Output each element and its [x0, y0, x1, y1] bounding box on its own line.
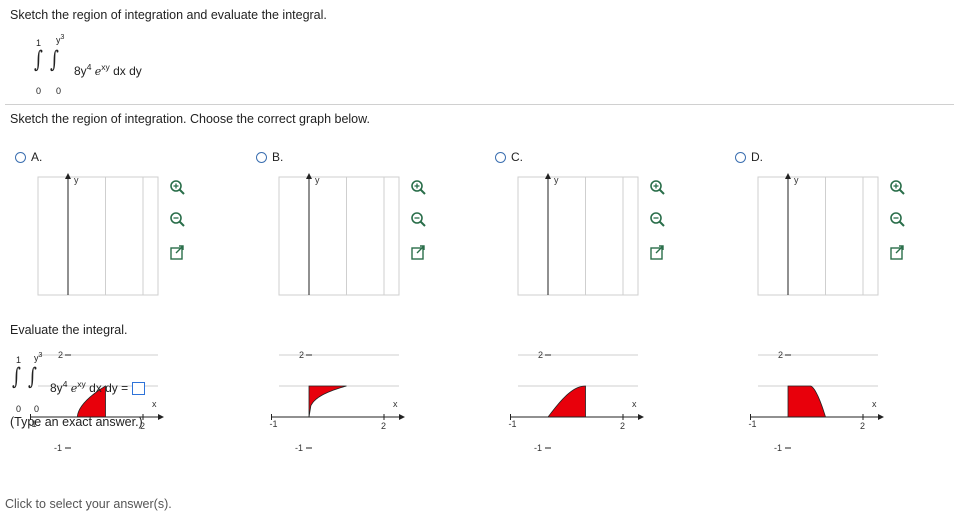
part1-prompt: Sketch the region of integration. Choose…	[10, 112, 370, 126]
option-c-label: C.	[511, 150, 523, 164]
tick-label-x-2: 2	[860, 421, 865, 431]
tick-label-y-neg1: -1	[295, 443, 303, 453]
integral-expression: 1 y3 ∫ ∫ 8y4 exy dx dy 0 0	[30, 34, 180, 100]
graph-option-d: y 2 -1 2 -1 x	[749, 173, 905, 453]
popout-icon[interactable]	[890, 245, 904, 260]
graph-option-c: y 2 -1 2 -1 x	[509, 173, 665, 453]
tick-label-y-neg1: -1	[774, 443, 782, 453]
question-title: Sketch the region of integration and eva…	[10, 8, 327, 22]
outer-lower-limit: 0	[36, 86, 42, 96]
outer-integral-sign-2: ∫	[12, 363, 21, 391]
divider	[5, 104, 954, 105]
tick-label-y-neg1: -1	[534, 443, 542, 453]
zoom-out-icon[interactable]	[411, 212, 426, 227]
tick-label-x-neg1: -1	[749, 419, 757, 429]
y-axis-label: y	[554, 175, 559, 185]
zoom-in-icon[interactable]	[650, 180, 665, 195]
equals-sign: =	[121, 381, 129, 395]
x-axis-label: x	[393, 399, 398, 409]
option-a-label: A.	[31, 150, 43, 164]
option-c[interactable]: C.	[495, 150, 523, 164]
tick-label-x-2: 2	[620, 421, 625, 431]
radio-c[interactable]	[495, 151, 506, 163]
shaded-region	[547, 385, 586, 418]
inner-upper-limit-2: y3	[34, 352, 43, 363]
tick-label-x-2: 2	[381, 421, 386, 431]
integrand-2: 8y4 exy dx dy =	[50, 379, 145, 396]
zoom-in-icon[interactable]	[170, 180, 185, 195]
popout-icon[interactable]	[411, 245, 425, 260]
zoom-out-icon[interactable]	[650, 212, 665, 227]
tick-label-y-2: 2	[299, 350, 304, 360]
integrand: 8y4 exy dx dy	[74, 62, 142, 78]
popout-icon[interactable]	[170, 245, 184, 260]
graph-frame	[517, 176, 639, 296]
status-bar: Click to select your answer(s).	[5, 497, 172, 511]
x-axis-arrow	[399, 414, 405, 420]
y-axis-arrow	[785, 173, 791, 179]
radio-a[interactable]	[15, 151, 26, 163]
answer-input[interactable]	[131, 382, 145, 396]
shaded-region	[787, 385, 827, 418]
zoom-out-icon[interactable]	[170, 212, 185, 227]
outer-lower-limit-2: 0	[16, 404, 22, 414]
x-axis-label: x	[872, 399, 877, 409]
option-b[interactable]: B.	[256, 150, 283, 164]
y-axis-arrow	[65, 173, 71, 179]
zoom-in-icon[interactable]	[890, 180, 905, 195]
radio-d[interactable]	[735, 151, 746, 163]
y-axis-arrow	[306, 173, 312, 179]
tick-label-y-2: 2	[778, 350, 783, 360]
answer-hint: (Type an exact answer.)	[10, 415, 143, 429]
graph-frame	[278, 176, 400, 296]
tick-label-y-neg1: -1	[54, 443, 62, 453]
tick-label-x-neg1: -1	[270, 419, 278, 429]
zoom-in-icon[interactable]	[411, 180, 426, 195]
graph-option-a: y2-1 2-1x	[29, 173, 185, 453]
integral-expression-2: 1 y3 ∫ ∫ 8y4 exy dx dy = 0 0	[10, 352, 180, 414]
part2-prompt: Evaluate the integral.	[10, 323, 128, 337]
option-d-label: D.	[751, 150, 763, 164]
option-d[interactable]: D.	[735, 150, 763, 164]
option-b-label: B.	[272, 150, 284, 164]
graph-option-b: y 2 -1 2 -1 x	[270, 173, 426, 453]
inner-upper-limit: y3	[56, 34, 65, 45]
radio-b[interactable]	[256, 151, 267, 163]
option-a[interactable]: A.	[15, 150, 42, 164]
zoom-out-icon[interactable]	[890, 212, 905, 227]
inner-integral-sign: ∫	[50, 46, 59, 74]
inner-integral-sign-2: ∫	[28, 363, 37, 391]
y-axis-label: y	[315, 175, 320, 185]
tick-label-y-2: 2	[538, 350, 543, 360]
y-axis-label: y	[74, 175, 79, 185]
x-axis-arrow	[158, 414, 164, 420]
graph-frame	[37, 176, 159, 296]
graph-frame	[757, 176, 879, 296]
popout-icon[interactable]	[650, 245, 664, 260]
y-axis-arrow	[545, 173, 551, 179]
inner-lower-limit: 0	[56, 86, 62, 96]
x-axis-arrow	[638, 414, 644, 420]
y-axis-label: y	[794, 175, 799, 185]
x-axis-arrow	[878, 414, 884, 420]
outer-integral-sign: ∫	[34, 46, 43, 74]
tick-label-x-neg1: -1	[509, 419, 517, 429]
shaded-region	[308, 385, 347, 418]
inner-lower-limit-2: 0	[34, 404, 40, 414]
x-axis-label: x	[632, 399, 637, 409]
